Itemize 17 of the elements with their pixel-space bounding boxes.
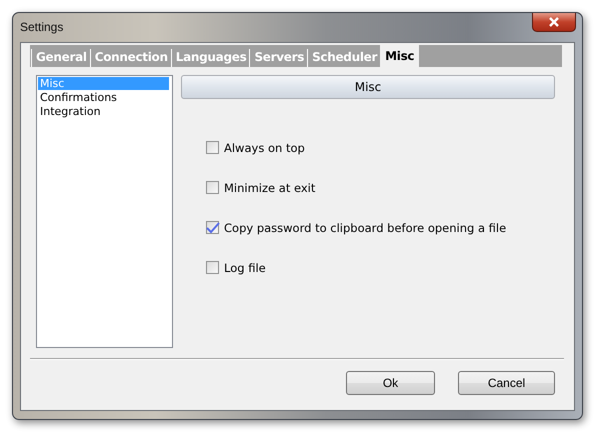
checkbox-label: Always on top — [224, 140, 305, 154]
checkbox-label: Minimize at exit — [224, 180, 316, 194]
cancel-button[interactable]: Cancel — [458, 371, 555, 395]
checkbox[interactable] — [206, 181, 219, 194]
checkbox[interactable] — [206, 141, 219, 154]
checkbox-label: Log file — [224, 260, 266, 274]
window-title: Settings — [20, 20, 64, 34]
checkbox-label: Copy password to clipboard before opening a file — [224, 220, 506, 234]
close-button[interactable] — [532, 13, 576, 32]
list-item[interactable]: Integration — [38, 105, 169, 118]
close-icon — [548, 17, 560, 27]
section-header-button[interactable]: Misc — [181, 75, 555, 99]
checkbox[interactable] — [206, 221, 219, 234]
tab[interactable]: Misc — [380, 45, 420, 67]
ok-button[interactable]: Ok — [346, 371, 435, 395]
checkbox[interactable] — [206, 261, 219, 274]
list-item[interactable]: Confirmations — [38, 91, 169, 104]
